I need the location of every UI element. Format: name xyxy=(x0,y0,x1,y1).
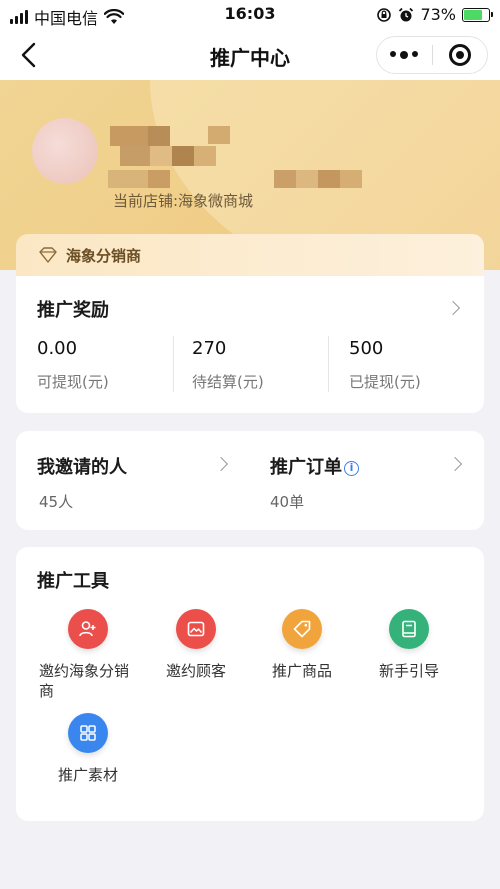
stat-withdrawable[interactable]: 0.00 可提现(元) xyxy=(37,338,109,392)
rewards-title: 推广奖励 xyxy=(37,300,109,321)
stat-label: 可提现(元) xyxy=(37,373,109,391)
avatar[interactable] xyxy=(32,118,98,184)
chevron-right-icon xyxy=(447,456,463,472)
tool-label: 邀约海象分销商 xyxy=(39,662,130,700)
divider xyxy=(328,336,329,392)
promotion-orders-title: 推广订单 xyxy=(270,457,342,478)
mini-program-capsule xyxy=(376,36,488,74)
image-icon xyxy=(176,609,216,649)
diamond-icon xyxy=(39,247,57,263)
invited-people-title: 我邀请的人 xyxy=(37,457,127,478)
tool-invite-customer[interactable]: 邀约顾客 xyxy=(141,609,251,681)
more-dot-icon xyxy=(390,51,397,57)
tool-invite-distributor[interactable]: 邀约海象分销商 xyxy=(33,609,143,701)
target-close-icon xyxy=(448,44,471,66)
tools-title: 推广工具 xyxy=(37,571,109,592)
promotion-orders-count: 40单 xyxy=(270,493,305,511)
membership-tab: 海象分销商 xyxy=(16,234,484,276)
rewards-card[interactable]: 推广奖励 0.00 可提现(元) 270 待结算(元) 500 已提现(元) xyxy=(16,276,484,413)
promotion-orders-entry[interactable]: 推广订单 i 40单 xyxy=(250,431,484,530)
stat-value: 500 xyxy=(349,338,384,359)
alarm-icon xyxy=(399,7,414,21)
add-user-icon xyxy=(68,609,108,649)
more-dot-icon xyxy=(400,51,409,59)
invited-people-count: 45人 xyxy=(39,493,74,511)
stat-pending[interactable]: 270 待结算(元) xyxy=(192,338,264,392)
grid-icon xyxy=(68,713,108,753)
invited-people-entry[interactable]: 我邀请的人 45人 xyxy=(16,431,250,530)
current-store-label: 当前店铺:海象微商城 xyxy=(113,192,254,210)
info-icon[interactable]: i xyxy=(344,461,359,476)
tool-promote-products[interactable]: 推广商品 xyxy=(247,609,357,681)
pixelated-username xyxy=(108,120,378,190)
tag-icon xyxy=(282,609,322,649)
nav-bar: 推广中心 xyxy=(0,30,500,80)
tool-label: 推广商品 xyxy=(271,662,332,680)
stat-label: 已提现(元) xyxy=(349,373,421,391)
book-icon xyxy=(389,609,429,649)
battery-icon xyxy=(462,7,493,22)
stat-value: 0.00 xyxy=(37,338,78,359)
tool-label: 推广素材 xyxy=(57,766,118,784)
status-bar: 中国电信 16:03 73% xyxy=(0,0,500,30)
chevron-right-icon xyxy=(445,300,461,316)
divider xyxy=(173,336,174,392)
tool-promotion-materials[interactable]: 推广素材 xyxy=(33,713,143,785)
more-dot-icon xyxy=(412,51,419,57)
membership-label: 海象分销商 xyxy=(66,246,142,265)
battery-fill xyxy=(464,9,482,20)
close-mini-program-button[interactable] xyxy=(433,44,488,66)
stat-label: 待结算(元) xyxy=(192,373,264,391)
battery-percent: 73% xyxy=(420,5,456,24)
orientation-lock-icon xyxy=(377,7,392,22)
promotion-tools-card: 推广工具 邀约海象分销商 邀约顾客 推广商品 新手引导 推广素材 xyxy=(16,547,484,821)
tool-label: 邀约顾客 xyxy=(165,662,226,680)
stat-value: 270 xyxy=(192,338,227,359)
more-button[interactable] xyxy=(377,51,432,59)
chevron-right-icon xyxy=(213,456,229,472)
tool-beginner-guide[interactable]: 新手引导 xyxy=(354,609,464,681)
tool-label: 新手引导 xyxy=(378,662,439,680)
invite-orders-card: 我邀请的人 45人 推广订单 i 40单 xyxy=(16,431,484,530)
status-right: 73% xyxy=(376,5,493,24)
stat-withdrawn[interactable]: 500 已提现(元) xyxy=(349,338,421,392)
